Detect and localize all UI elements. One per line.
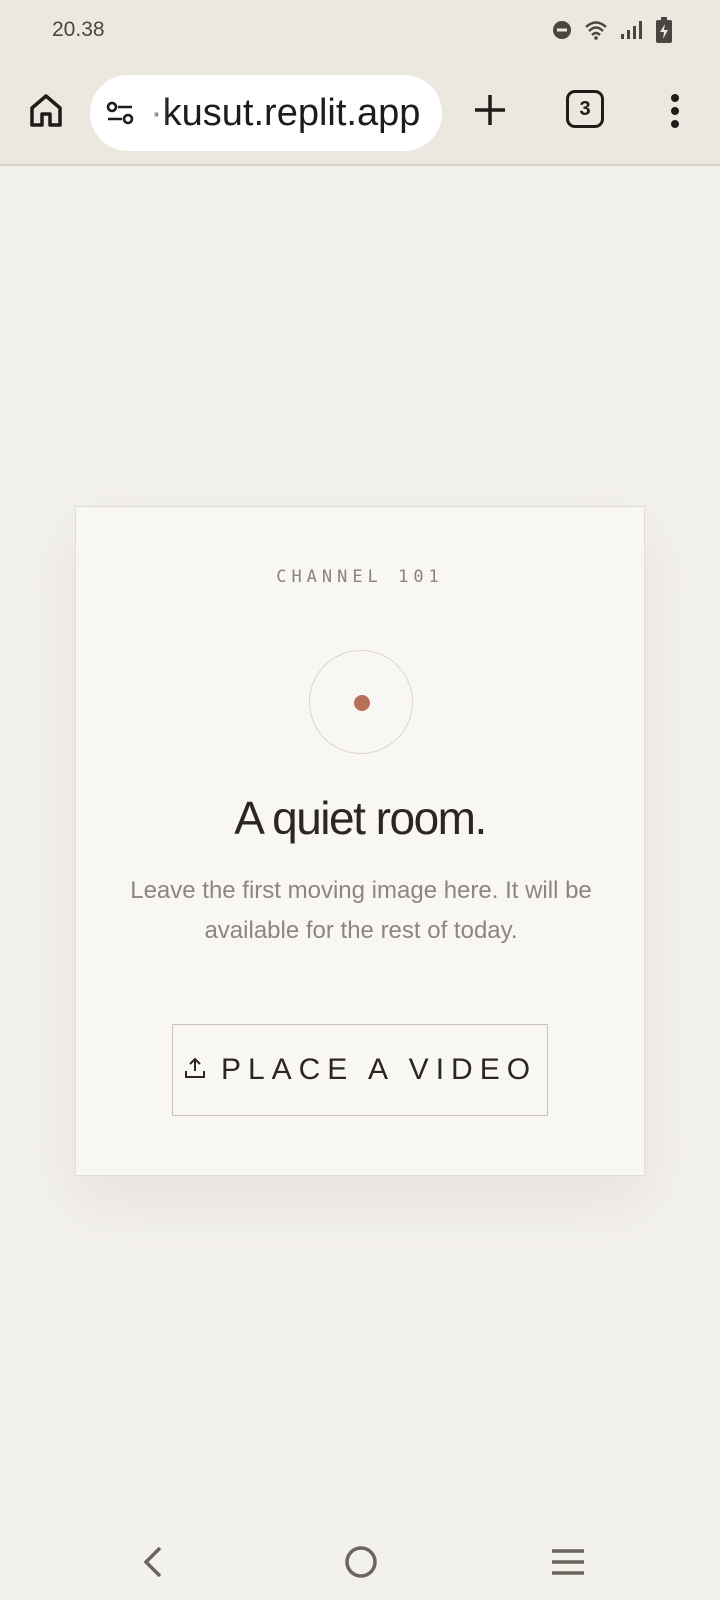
system-nav-bar bbox=[0, 1530, 720, 1600]
url-text: ·kusut.replit.app bbox=[150, 92, 421, 134]
channel-label: CHANNEL 101 bbox=[276, 567, 444, 587]
url-fade bbox=[146, 75, 168, 151]
recents-button[interactable] bbox=[546, 1544, 590, 1584]
new-tab-icon bbox=[473, 93, 507, 132]
home-circle-icon bbox=[344, 1545, 378, 1584]
back-button[interactable] bbox=[131, 1544, 175, 1584]
wifi-icon bbox=[584, 20, 608, 40]
status-ring bbox=[309, 650, 413, 754]
signal-icon bbox=[620, 20, 644, 40]
home-icon bbox=[28, 92, 64, 133]
browser-toolbar: ·kusut.replit.app 3 bbox=[0, 62, 720, 166]
address-bar[interactable]: ·kusut.replit.app bbox=[90, 75, 442, 151]
battery-charging-icon bbox=[656, 17, 672, 43]
status-icons bbox=[552, 16, 672, 44]
site-settings-icon[interactable] bbox=[104, 97, 136, 129]
back-icon bbox=[141, 1545, 165, 1584]
upload-icon bbox=[183, 1056, 207, 1085]
status-dot bbox=[354, 695, 370, 711]
page-content: CHANNEL 101 A quiet room. Leave the firs… bbox=[0, 166, 720, 1530]
recents-icon bbox=[551, 1548, 585, 1581]
status-bar: 20.38 bbox=[0, 0, 720, 62]
status-time: 20.38 bbox=[52, 18, 105, 41]
tabs-button[interactable]: 3 bbox=[566, 90, 604, 128]
card-title: A quiet room. bbox=[234, 792, 487, 844]
more-vert-icon bbox=[670, 93, 680, 134]
tab-count: 3 bbox=[579, 97, 591, 120]
home-button[interactable] bbox=[22, 88, 70, 136]
channel-card: CHANNEL 101 A quiet room. Leave the firs… bbox=[75, 506, 645, 1176]
card-subtitle: Leave the first moving image here. It wi… bbox=[130, 877, 592, 944]
more-menu-button[interactable] bbox=[655, 88, 695, 138]
do-not-disturb-icon bbox=[552, 20, 572, 40]
place-video-button[interactable]: PLACE A VIDEO bbox=[172, 1024, 548, 1116]
place-video-label: PLACE A VIDEO bbox=[220, 1053, 538, 1086]
new-tab-button[interactable] bbox=[466, 88, 514, 136]
home-nav-button[interactable] bbox=[339, 1544, 383, 1584]
